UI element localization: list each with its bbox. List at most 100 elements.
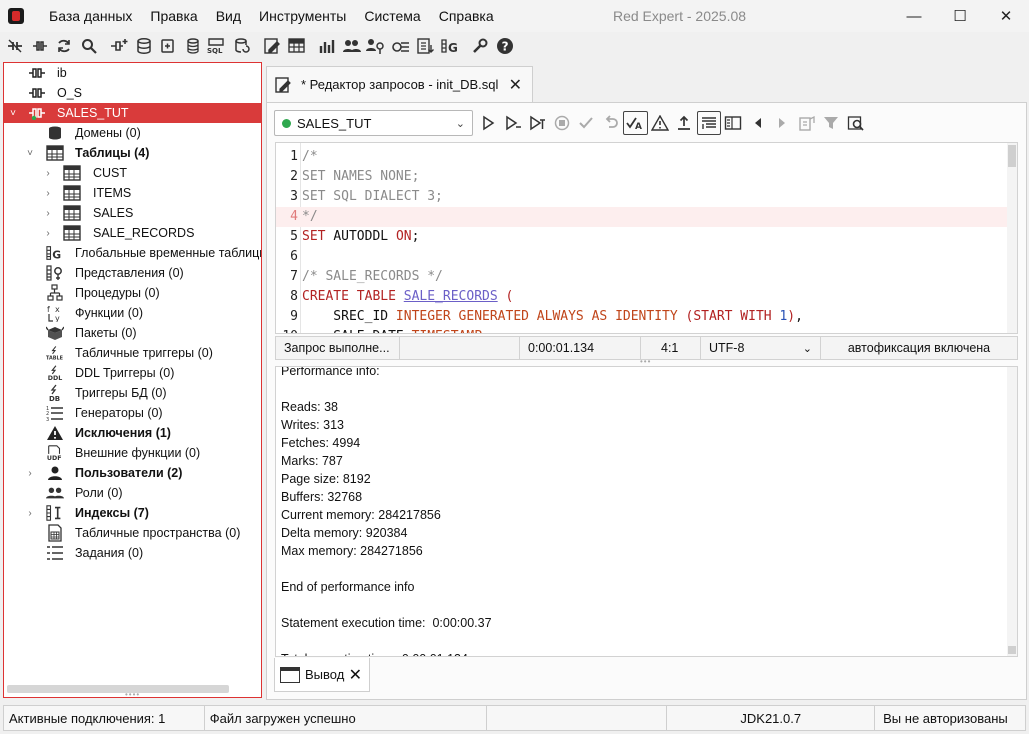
tree-item[interactable]: › SALE_RECORDS (4, 223, 261, 243)
tree-item[interactable]: › SALES (4, 203, 261, 223)
warning-icon[interactable] (648, 111, 673, 135)
sql-code-editor[interactable]: 1/* 2 SET NAMES NONE; 3 SET SQL DIALECT 3;… (275, 142, 1018, 334)
database-icon[interactable] (132, 34, 157, 58)
tree-item[interactable]: Процедуры (0) (4, 283, 261, 303)
tree-item[interactable]: TABLE Табличные триггеры (0) (4, 343, 261, 363)
edit-icon[interactable] (260, 34, 285, 58)
user-manager-icon[interactable] (340, 34, 365, 58)
connect-icon[interactable] (28, 34, 53, 58)
minimize-button[interactable]: — (891, 0, 937, 32)
history-icon[interactable] (795, 111, 820, 135)
output-line: Fetches: 4994 (281, 436, 361, 450)
menu-database[interactable]: База данных (40, 0, 141, 32)
jdk-version: JDK21.0.7 (667, 706, 876, 730)
reconnect-icon[interactable] (52, 34, 77, 58)
tree-item[interactable]: Исключения (1) (4, 423, 261, 443)
tree-item[interactable]: › Индексы (7) (4, 503, 261, 523)
tree-item[interactable]: › CUST (4, 163, 261, 183)
gtt-icon[interactable]: G (438, 34, 463, 58)
commit-icon[interactable] (574, 111, 599, 135)
disconnect-all-icon[interactable] (3, 34, 28, 58)
rollback-icon[interactable] (599, 111, 624, 135)
chevron-right-icon[interactable]: › (43, 168, 53, 179)
upload-icon[interactable] (672, 111, 697, 135)
execute-step-icon[interactable] (501, 111, 526, 135)
sql-icon[interactable]: SQL (205, 34, 230, 58)
tree-item[interactable]: Табличные пространства (0) (4, 523, 261, 543)
exception-icon (46, 425, 64, 441)
tree-item[interactable]: › ITEMS (4, 183, 261, 203)
chevron-right-icon[interactable]: › (43, 208, 53, 219)
connection-active-icon (28, 105, 46, 121)
chevron-down-icon[interactable]: ˅ (8, 108, 18, 119)
statistics-icon[interactable] (315, 34, 340, 58)
tree-item[interactable]: › Пользователи (2) (4, 463, 261, 483)
table-grid-icon[interactable] (285, 34, 310, 58)
chevron-right-icon[interactable]: › (43, 188, 53, 199)
profiler-icon[interactable] (389, 34, 414, 58)
tree-item[interactable]: G Глобальные временные таблицы (4, 243, 261, 263)
table-icon (63, 225, 81, 241)
tab-output[interactable]: Вывод ✕ (274, 658, 370, 692)
grants-icon[interactable] (364, 34, 389, 58)
splitter-grip[interactable]: ••• (640, 357, 651, 366)
tree-item-label: Генераторы (0) (75, 406, 163, 420)
encoding-select[interactable]: UTF-8 ⌄ (701, 337, 821, 359)
tree-item[interactable]: Домены (0) (4, 123, 261, 143)
tree-item[interactable]: DDL DDL Триггеры (0) (4, 363, 261, 383)
search-icon[interactable] (77, 34, 102, 58)
maximize-button[interactable]: ☐ (937, 0, 983, 32)
tree-item[interactable]: O_S (4, 83, 261, 103)
output-vertical-scrollbar[interactable] (1007, 367, 1017, 656)
inspect-icon[interactable] (844, 111, 869, 135)
menu-view[interactable]: Вид (207, 0, 250, 32)
tab-query-editor[interactable]: * Редактор запросов - init_DB.sql ✕ (266, 66, 533, 102)
close-tab-icon[interactable]: ✕ (509, 75, 522, 95)
menu-help[interactable]: Справка (430, 0, 503, 32)
chevron-down-icon[interactable]: ˅ (25, 148, 35, 159)
chevron-right-icon[interactable]: › (25, 468, 35, 479)
active-connections: Активные подключения: 1 (4, 706, 205, 730)
editor-vertical-scrollbar[interactable] (1007, 143, 1017, 333)
new-connection-icon[interactable] (107, 34, 132, 58)
chevron-right-icon[interactable]: › (43, 228, 53, 239)
connection-select[interactable]: SALES_TUT ⌄ (274, 110, 473, 136)
menu-edit[interactable]: Правка (141, 0, 206, 32)
execute-icon[interactable] (476, 111, 501, 135)
prev-icon[interactable] (746, 111, 771, 135)
toggle-panel-icon[interactable] (721, 111, 746, 135)
code-line-current: 4 */ (276, 207, 1008, 227)
tree-item[interactable]: ib (4, 63, 261, 83)
autocommit-icon[interactable]: A (623, 111, 648, 135)
tree-item[interactable]: f x y Функции (0) (4, 303, 261, 323)
tree-item[interactable]: Роли (0) (4, 483, 261, 503)
chevron-right-icon[interactable]: › (25, 508, 35, 519)
tree-item[interactable]: 1 2 3 Генераторы (0) (4, 403, 261, 423)
backup-icon[interactable] (230, 34, 255, 58)
menu-tools[interactable]: Инструменты (250, 0, 355, 32)
next-icon[interactable] (770, 111, 795, 135)
tree-item[interactable]: UDF Внешние функции (0) (4, 443, 261, 463)
tree-item[interactable]: ˅ Таблицы (4) (4, 143, 261, 163)
help-icon[interactable]: ? (493, 34, 518, 58)
stop-icon[interactable] (550, 111, 575, 135)
tree-item[interactable]: Задания (0) (4, 543, 261, 563)
encoding-value: UTF-8 (709, 341, 745, 355)
plan-icon[interactable] (696, 111, 721, 135)
tree-item[interactable]: DB Триггеры БД (0) (4, 383, 261, 403)
register-db-icon[interactable] (181, 34, 206, 58)
tree-item[interactable]: Пакеты (0) (4, 323, 261, 343)
close-window-button[interactable]: ✕ (983, 0, 1029, 32)
export-icon[interactable] (413, 34, 438, 58)
tree-item-label: ITEMS (93, 186, 132, 200)
tree-resize-grip[interactable]: •••• (125, 690, 140, 697)
menu-system[interactable]: Система (355, 0, 429, 32)
tools-icon[interactable] (468, 34, 493, 58)
create-db-icon[interactable] (156, 34, 181, 58)
tree-item[interactable]: ˅ SALES_TUT (4, 103, 261, 123)
execute-script-icon[interactable] (525, 111, 550, 135)
close-output-icon[interactable]: ✕ (349, 665, 362, 685)
tree-item[interactable]: Представления (0) (4, 263, 261, 283)
filter-icon[interactable] (819, 111, 844, 135)
tree-horizontal-scrollbar[interactable] (7, 685, 229, 693)
